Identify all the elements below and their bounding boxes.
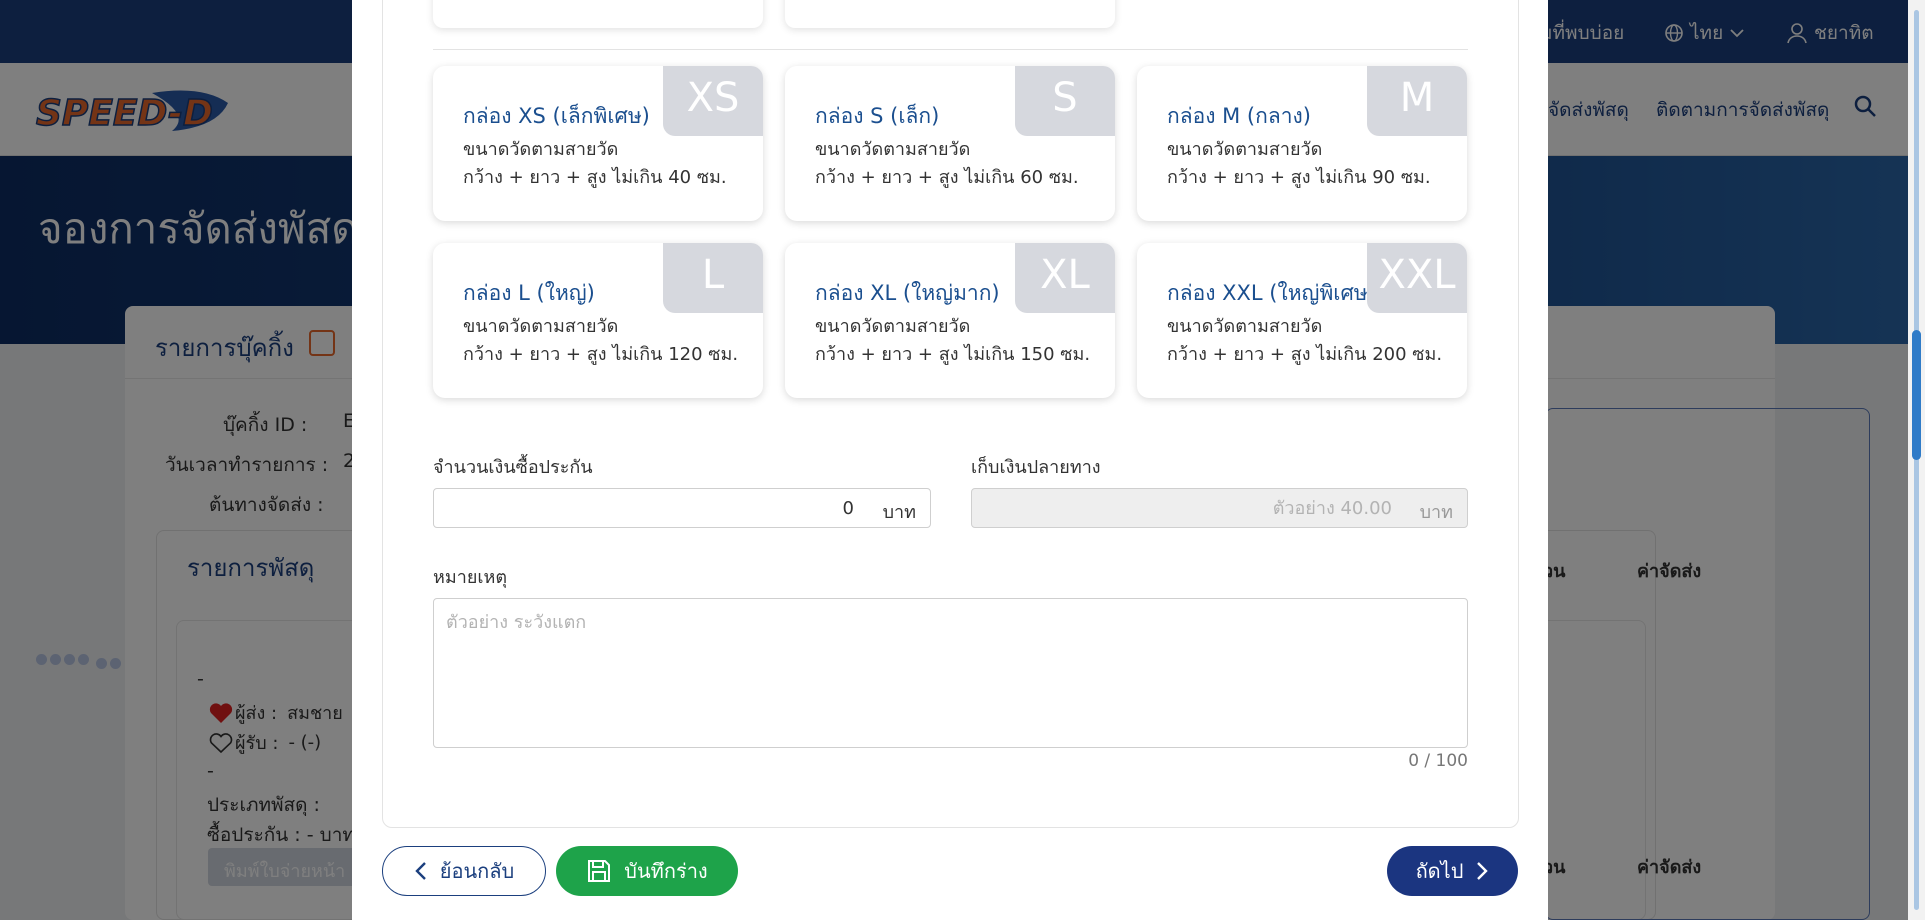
box-card-m[interactable]: M กล่อง M (กลาง) ขนาดวัดตามสายวัด กว้าง …	[1137, 66, 1467, 221]
box-measure-note: ขนาดวัดตามสายวัด	[1167, 139, 1323, 160]
box-card-xl[interactable]: XL กล่อง XL (ใหญ่มาก) ขนาดวัดตามสายวัด ก…	[785, 243, 1115, 398]
box-measure-note: ขนาดวัดตามสายวัด	[815, 139, 971, 160]
back-button-label: ย้อนกลับ	[439, 859, 515, 883]
box-card-partial[interactable]	[785, 0, 1115, 28]
box-measure-note: ขนาดวัดตามสายวัด	[815, 316, 971, 337]
next-button-label: ถัดไป	[1415, 859, 1464, 883]
box-name: กล่อง XXL (ใหญ่พิเศษ	[1167, 281, 1368, 305]
insurance-amount-label: จำนวนเงินซื้อประกัน	[433, 457, 593, 478]
remark-label: หมายเหตุ	[433, 567, 508, 588]
chevron-right-icon	[1477, 862, 1489, 880]
next-button[interactable]: ถัดไป	[1387, 846, 1518, 896]
box-size-badge: S	[1015, 66, 1115, 136]
box-name: กล่อง XL (ใหญ่มาก)	[815, 281, 1000, 305]
box-measure-note: ขนาดวัดตามสายวัด	[463, 139, 619, 160]
scrollbar-track	[1914, 10, 1919, 910]
save-draft-button[interactable]: บันทึกร่าง	[556, 846, 738, 896]
scrollbar-thumb[interactable]	[1912, 330, 1921, 460]
box-size-limit: กว้าง + ยาว + สูง ไม่เกิน 60 ซม.	[815, 167, 1079, 188]
box-size-limit: กว้าง + ยาว + สูง ไม่เกิน 150 ซม.	[815, 344, 1091, 365]
box-size-limit: กว้าง + ยาว + สูง ไม่เกิน 200 ซม.	[1167, 344, 1443, 365]
box-name: กล่อง S (เล็ก)	[815, 104, 940, 128]
remark-textarea[interactable]	[433, 598, 1468, 748]
box-size-limit: กว้าง + ยาว + สูง ไม่เกิน 120 ซม.	[463, 344, 739, 365]
box-name: กล่อง XS (เล็กพิเศษ)	[463, 104, 650, 128]
box-card-partial[interactable]	[433, 0, 763, 28]
box-card-s[interactable]: S กล่อง S (เล็ก) ขนาดวัดตามสายวัด กว้าง …	[785, 66, 1115, 221]
box-size-badge: XL	[1015, 243, 1115, 313]
cod-field: บาท	[971, 488, 1468, 528]
insurance-amount-input[interactable]	[444, 495, 854, 521]
modal-divider	[433, 49, 1468, 50]
cod-unit: บาท	[1419, 502, 1453, 523]
box-size-limit: กว้าง + ยาว + สูง ไม่เกิน 90 ซม.	[1167, 167, 1431, 188]
insurance-amount-field: บาท	[433, 488, 931, 528]
box-size-badge: M	[1367, 66, 1467, 136]
insurance-unit: บาท	[882, 502, 916, 523]
box-card-l[interactable]: L กล่อง L (ใหญ่) ขนาดวัดตามสายวัด กว้าง …	[433, 243, 763, 398]
box-size-limit: กว้าง + ยาว + สูง ไม่เกิน 40 ซม.	[463, 167, 727, 188]
box-card-xs[interactable]: XS กล่อง XS (เล็กพิเศษ) ขนาดวัดตามสายวัด…	[433, 66, 763, 221]
box-size-badge: XS	[663, 66, 763, 136]
box-measure-note: ขนาดวัดตามสายวัด	[1167, 316, 1323, 337]
chevron-left-icon	[415, 862, 426, 880]
cod-input[interactable]	[982, 495, 1392, 521]
box-selection-modal: XS กล่อง XS (เล็กพิเศษ) ขนาดวัดตามสายวัด…	[352, 0, 1548, 920]
box-size-badge: XXL	[1367, 243, 1467, 313]
save-icon	[588, 860, 611, 882]
box-card-xxl[interactable]: กล่อง XXL (ใหญ่พิเศษ XXL ขนาดวัดตามสายวั…	[1137, 243, 1467, 398]
remark-char-counter: 0 / 100	[1408, 751, 1468, 771]
box-name: กล่อง L (ใหญ่)	[463, 281, 595, 305]
box-name: กล่อง M (กลาง)	[1167, 104, 1311, 128]
box-measure-note: ขนาดวัดตามสายวัด	[463, 316, 619, 337]
save-draft-label: บันทึกร่าง	[624, 859, 708, 883]
back-button[interactable]: ย้อนกลับ	[382, 846, 546, 896]
cod-label: เก็บเงินปลายทาง	[971, 457, 1101, 478]
box-size-badge: L	[663, 243, 763, 313]
